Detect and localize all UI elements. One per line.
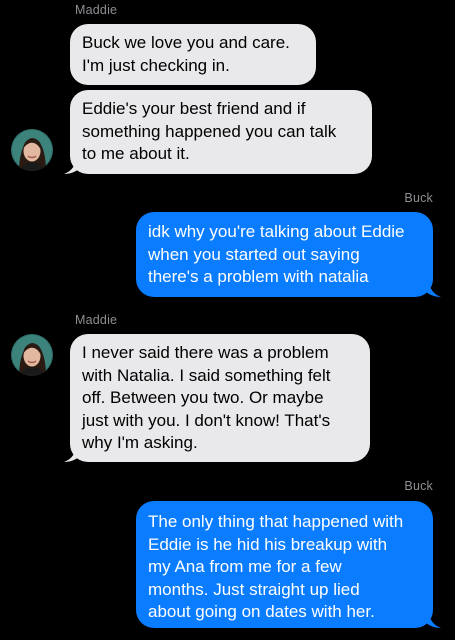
bubble-tail-outgoing (426, 611, 441, 628)
message-text-line: Eddie's your best friend and if (82, 99, 306, 118)
bubble-tail-incoming (64, 445, 79, 462)
sender-label-maddie: Maddie (75, 3, 118, 17)
message-bubble-incoming[interactable]: I never said there was a problem with Na… (70, 334, 370, 462)
message-bubble-incoming[interactable]: Buck we love you and care. I'm just chec… (70, 24, 316, 85)
message-text-line: there's a problem with natalia (148, 267, 369, 286)
bubble-tail-incoming (64, 157, 79, 174)
contact-avatar-icon[interactable] (11, 334, 53, 376)
sender-label-buck: Buck (404, 479, 433, 493)
message-text-line: I'm just checking in. (82, 55, 230, 75)
message-text-line: The only thing that happened with (148, 512, 404, 531)
message-text-line: why I'm asking. (82, 433, 198, 452)
contact-avatar-icon[interactable] (11, 129, 53, 171)
message-text-line: off. Between you two. Or maybe (82, 388, 324, 407)
message-bubble-incoming[interactable]: Eddie's your best friend and if somethin… (70, 90, 372, 174)
message-text-line: Eddie is he hid his breakup with (148, 534, 388, 554)
message-bubble-outgoing[interactable]: idk why you're talking about Eddie when … (136, 212, 433, 297)
message-text-line: to me about it. (82, 144, 190, 163)
message-text-line: something happened you can talk (82, 121, 337, 141)
message-text-line: just with you. I don't know! That's (82, 410, 331, 430)
message-text-line: my Ana from me for a few (148, 557, 342, 576)
message-text-line: Buck we love you and care. (82, 33, 290, 52)
message-bubble-outgoing[interactable]: The only thing that happened with Eddie … (136, 501, 433, 628)
message-text-line: when you started out saying (148, 244, 360, 264)
message-text-line: with Natalia. I said something felt (82, 365, 331, 385)
message-text-line: months. Just straight up lied (148, 579, 360, 599)
bubble-tail-outgoing (426, 280, 441, 297)
message-text-line: about going on dates with her. (148, 602, 375, 621)
message-text-line: idk why you're talking about Eddie (148, 222, 405, 241)
sender-label-buck: Buck (404, 191, 433, 205)
sender-label-maddie: Maddie (75, 313, 118, 327)
message-text-line: I never said there was a problem (82, 343, 329, 362)
